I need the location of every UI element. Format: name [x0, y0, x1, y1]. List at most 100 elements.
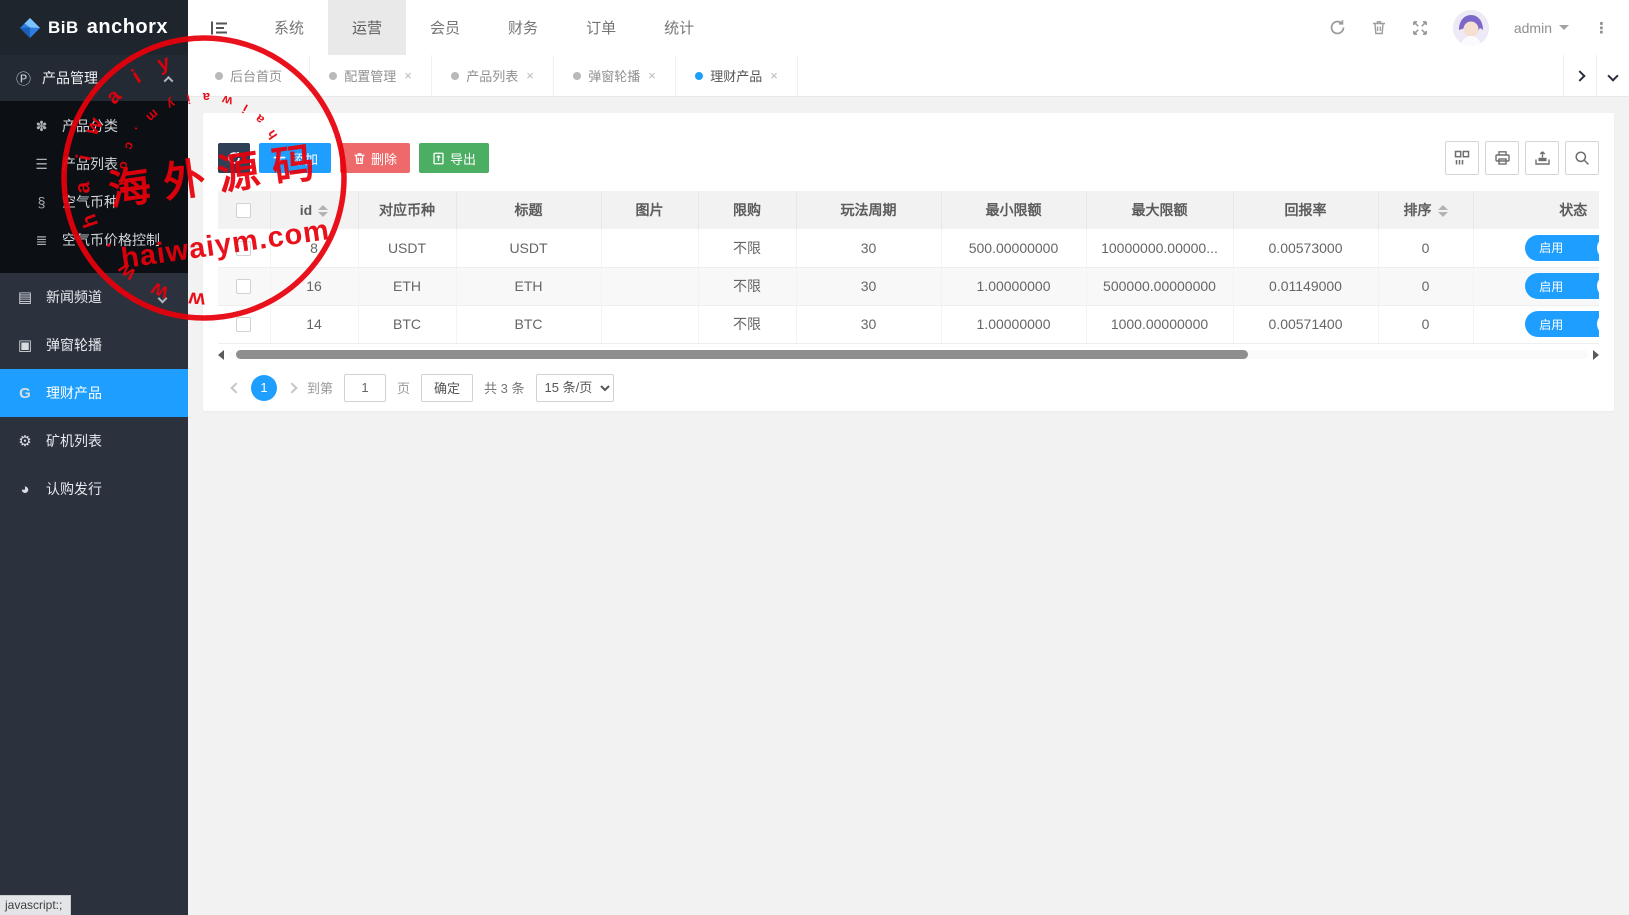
- column-label: 玩法周期: [841, 202, 897, 218]
- goto-label: 到第: [307, 378, 333, 397]
- search-icon[interactable]: [1565, 141, 1599, 175]
- page-size-select[interactable]: 15 条/页: [536, 374, 614, 402]
- sort-asc-icon[interactable]: [318, 205, 328, 210]
- tab-close-icon[interactable]: ×: [648, 68, 656, 83]
- tab-dot-icon: [329, 72, 337, 80]
- current-page-button[interactable]: 1: [251, 375, 277, 401]
- tab-home[interactable]: 后台首页: [188, 55, 310, 96]
- tab-dot-icon: [573, 72, 581, 80]
- sidebar-group-product-management[interactable]: Ⓟ 产品管理: [0, 55, 188, 101]
- nav-item-member[interactable]: 会员: [406, 0, 484, 55]
- select-all-checkbox[interactable]: [236, 203, 251, 218]
- tab-close-icon[interactable]: ×: [404, 68, 412, 83]
- sidebar-subitem-label: 空气币种: [62, 192, 118, 212]
- logo[interactable]: BiB anchorx: [0, 0, 188, 55]
- sidebar-item-wealth-product[interactable]: G理财产品: [0, 369, 188, 417]
- sort-icon[interactable]: [318, 205, 328, 217]
- sidebar-subitem-air-coin-price[interactable]: ≣空气币价格控制: [0, 221, 188, 259]
- tab-popup-carousel[interactable]: 弹窗轮播×: [554, 55, 676, 96]
- export-file-icon: [432, 152, 445, 165]
- sidebar-item-subscription-issue[interactable]: ◕认购发行: [0, 465, 188, 513]
- cell-min: 1.00000000: [941, 267, 1086, 305]
- delete-button[interactable]: 删除: [340, 143, 410, 173]
- confirm-page-button[interactable]: 确定: [421, 374, 473, 402]
- status-toggle[interactable]: 启用: [1525, 273, 1599, 299]
- table-header-status: 状态: [1473, 191, 1599, 229]
- flower-icon: ✽: [33, 118, 50, 135]
- table-header-limit: 限购: [698, 191, 796, 229]
- next-page-icon[interactable]: [288, 384, 296, 392]
- table-row: 8USDTUSDT不限30500.0000000010000000.00000.…: [218, 229, 1599, 267]
- table-viewport: id对应币种标题图片限购玩法周期最小限额最大限额回报率排序状态 8USDTUSD…: [218, 191, 1599, 344]
- column-label: 回报率: [1285, 202, 1327, 218]
- row-checkbox[interactable]: [236, 317, 251, 332]
- tab-dropdown-icon[interactable]: [1596, 55, 1629, 96]
- page-number-input[interactable]: [344, 374, 386, 402]
- data-table: id对应币种标题图片限购玩法周期最小限额最大限额回报率排序状态 8USDTUSD…: [218, 191, 1599, 344]
- more-menu-icon[interactable]: ⋮: [1594, 19, 1609, 37]
- nav-item-stats[interactable]: 统计: [640, 0, 718, 55]
- collapse-sidebar-icon[interactable]: [188, 0, 250, 55]
- card-icon: ▣: [16, 336, 34, 354]
- nav-item-operation[interactable]: 运营: [328, 0, 406, 55]
- cell-status: 启用: [1473, 267, 1599, 305]
- scrollbar-thumb[interactable]: [236, 350, 1248, 359]
- pagination: 1 到第 页 确定 共 3 条 15 条/页: [232, 374, 1599, 402]
- scrollbar-track[interactable]: [229, 350, 1588, 359]
- tab-product-list[interactable]: 产品列表×: [432, 55, 554, 96]
- sidebar-subitem-air-coin[interactable]: §空气币种: [0, 183, 188, 221]
- miner-icon: ⚙: [16, 432, 34, 450]
- export-button[interactable]: 导出: [419, 143, 489, 173]
- table-header-sort: 排序: [1378, 191, 1473, 229]
- tab-label: 配置管理: [344, 66, 396, 85]
- tab-config[interactable]: 配置管理 ×: [310, 55, 432, 96]
- status-toggle-label: 启用: [1539, 278, 1563, 295]
- prev-page-icon[interactable]: [232, 384, 240, 392]
- cell-sort: 0: [1378, 229, 1473, 267]
- sort-icon[interactable]: [1438, 205, 1448, 217]
- status-toggle-label: 启用: [1539, 239, 1563, 256]
- refresh-icon[interactable]: [1329, 19, 1346, 36]
- table-header-checkbox-cell: [218, 191, 270, 229]
- export-data-icon[interactable]: [1525, 141, 1559, 175]
- avatar[interactable]: [1453, 10, 1489, 46]
- toggle-knob-icon: [1597, 237, 1599, 259]
- sort-desc-icon[interactable]: [318, 212, 328, 217]
- cell-max: 1000.00000000: [1086, 305, 1233, 343]
- scroll-right-icon[interactable]: [1593, 350, 1599, 360]
- nav-item-order[interactable]: 订单: [562, 0, 640, 55]
- print-icon[interactable]: [1485, 141, 1519, 175]
- table-header-max: 最大限额: [1086, 191, 1233, 229]
- cell-title: USDT: [456, 229, 601, 267]
- sidebar-item-miner-list[interactable]: ⚙矿机列表: [0, 417, 188, 465]
- fullscreen-icon[interactable]: [1412, 20, 1428, 36]
- nav-item-finance[interactable]: 财务: [484, 0, 562, 55]
- tab-scroll-right-icon[interactable]: [1563, 55, 1596, 96]
- sidebar-item-popup-carousel[interactable]: ▣弹窗轮播: [0, 321, 188, 369]
- list-icon: ☰: [33, 156, 50, 173]
- tab-close-icon[interactable]: ×: [770, 68, 778, 83]
- columns-filter-icon[interactable]: [1445, 141, 1479, 175]
- row-checkbox[interactable]: [236, 241, 251, 256]
- sidebar-subitem-product-list[interactable]: ☰产品列表: [0, 145, 188, 183]
- sort-asc-icon[interactable]: [1438, 205, 1448, 210]
- row-checkbox[interactable]: [236, 279, 251, 294]
- sidebar-item-news-channel[interactable]: ▤新闻频道: [0, 273, 188, 321]
- refresh-table-button[interactable]: [218, 143, 250, 173]
- add-button[interactable]: ＋ 添加: [259, 143, 331, 173]
- trash-icon[interactable]: [1371, 19, 1387, 36]
- nav-item-system[interactable]: 系统: [250, 0, 328, 55]
- status-toggle[interactable]: 启用: [1525, 311, 1599, 337]
- table-toolbar: ＋ 添加 删除 导出: [218, 141, 1599, 175]
- cell-cycle: 30: [796, 229, 941, 267]
- scroll-left-icon[interactable]: [218, 350, 224, 360]
- user-menu[interactable]: admin: [1514, 20, 1569, 36]
- sidebar-subitem-label: 产品分类: [62, 116, 118, 136]
- tab-wealth-product[interactable]: 理财产品×: [676, 55, 798, 96]
- tab-close-icon[interactable]: ×: [526, 68, 534, 83]
- g-icon: G: [16, 385, 34, 402]
- status-toggle[interactable]: 启用: [1525, 235, 1599, 261]
- sidebar-subitem-product-category[interactable]: ✽ 产品分类: [0, 107, 188, 145]
- sort-desc-icon[interactable]: [1438, 212, 1448, 217]
- table-row: 14BTCBTC不限301.000000001000.000000000.005…: [218, 305, 1599, 343]
